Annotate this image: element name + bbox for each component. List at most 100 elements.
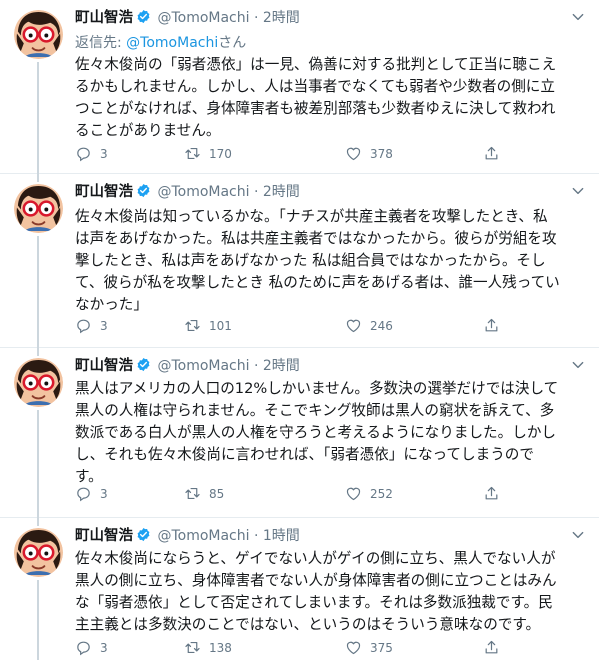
- retweet-count: 138: [209, 641, 232, 655]
- tweet-3[interactable]: 町山智浩 @TomoMachi · 2時間 黒人はアメリカの人口の12%しかいま…: [0, 348, 599, 518]
- reply-icon: [77, 641, 90, 656]
- separator-dot: ·: [253, 528, 259, 544]
- timestamp[interactable]: 2時間: [263, 10, 300, 26]
- share-icon: [485, 640, 498, 654]
- thread-line: [37, 410, 39, 518]
- retweet-icon: [185, 641, 200, 654]
- reply-count: 3: [100, 641, 108, 655]
- share-button[interactable]: [483, 638, 508, 658]
- like-count: 252: [370, 487, 393, 501]
- thread-line: [37, 174, 39, 182]
- avatar[interactable]: [14, 528, 63, 577]
- share-icon: [485, 486, 498, 500]
- like-count: 375: [370, 641, 393, 655]
- retweet-count: 170: [209, 147, 232, 161]
- thread-line: [37, 348, 39, 356]
- thread-line: [37, 580, 39, 660]
- tweet-text: 佐々木俊尚は知っているかな。「ナチスが共産主義者を攻撃したとき、私 は声をあげな…: [75, 208, 560, 313]
- avatar[interactable]: [14, 358, 63, 407]
- author-name[interactable]: 町山智浩: [75, 528, 133, 544]
- verified-icon: [137, 527, 150, 542]
- retweet-icon: [185, 487, 200, 500]
- like-count: 378: [370, 147, 393, 161]
- thread-line: [37, 62, 39, 174]
- chevron-down-icon[interactable]: [571, 184, 585, 198]
- verified-icon: [137, 183, 150, 198]
- author-name[interactable]: 町山智浩: [75, 184, 133, 200]
- reply-label: 返信先:: [75, 35, 127, 51]
- share-icon: [485, 318, 498, 332]
- avatar[interactable]: [14, 184, 63, 233]
- like-button[interactable]: 378: [345, 144, 393, 164]
- separator-dot: ·: [253, 358, 259, 374]
- reply-icon: [77, 147, 90, 162]
- tweet-text: 佐々木俊尚にならうと、ゲイでない人がゲイの側に立ち、黒人でない人が 黒人の側に立…: [75, 550, 557, 633]
- tweet-thread: 町山智浩 @TomoMachi · 2時間 返信先: @TomoMachiさん …: [0, 0, 599, 660]
- heart-icon: [346, 487, 361, 501]
- author-handle[interactable]: @TomoMachi: [157, 358, 249, 374]
- author-name[interactable]: 町山智浩: [75, 10, 133, 26]
- timestamp[interactable]: 1時間: [263, 528, 300, 544]
- heart-icon: [346, 147, 361, 161]
- separator-dot: ·: [253, 184, 259, 200]
- avatar-glasses-man-icon: [14, 528, 63, 577]
- retweet-button[interactable]: 170: [184, 144, 232, 164]
- chevron-down-icon[interactable]: [571, 358, 585, 372]
- tweet-header: 町山智浩 @TomoMachi · 2時間: [75, 182, 569, 202]
- timestamp[interactable]: 2時間: [263, 184, 300, 200]
- avatar[interactable]: [14, 10, 63, 59]
- tweet-4[interactable]: 町山智浩 @TomoMachi · 1時間 佐々木俊尚にならうと、ゲイでない人が…: [0, 518, 599, 660]
- retweet-count: 85: [209, 487, 225, 501]
- avatar-glasses-man-icon: [14, 10, 63, 59]
- tweet-header: 町山智浩 @TomoMachi · 1時間: [75, 526, 569, 546]
- reply-suffix: さん: [218, 35, 247, 51]
- retweet-count: 101: [209, 319, 232, 333]
- author-handle[interactable]: @TomoMachi: [157, 10, 249, 26]
- separator-dot: ·: [253, 10, 259, 26]
- reply-button[interactable]: 3: [75, 144, 108, 164]
- share-button[interactable]: [483, 316, 508, 336]
- verified-icon: [137, 9, 150, 24]
- tweet-header: 町山智浩 @TomoMachi · 2時間: [75, 8, 569, 28]
- retweet-button[interactable]: 85: [184, 484, 224, 504]
- reply-icon: [77, 487, 90, 502]
- thread-line: [37, 236, 39, 348]
- reply-button[interactable]: 3: [75, 484, 108, 504]
- chevron-down-icon[interactable]: [571, 10, 585, 24]
- like-button[interactable]: 252: [345, 484, 393, 504]
- retweet-icon: [185, 319, 200, 332]
- reply-button[interactable]: 3: [75, 316, 108, 336]
- like-count: 246: [370, 319, 393, 333]
- share-button[interactable]: [483, 144, 508, 164]
- heart-icon: [346, 319, 361, 333]
- retweet-icon: [185, 147, 200, 160]
- reply-count: 3: [100, 319, 108, 333]
- tweet-header: 町山智浩 @TomoMachi · 2時間: [75, 356, 569, 376]
- timestamp[interactable]: 2時間: [263, 358, 300, 374]
- thread-line: [37, 518, 39, 526]
- share-button[interactable]: [483, 484, 508, 504]
- chevron-down-icon[interactable]: [571, 528, 585, 542]
- author-handle[interactable]: @TomoMachi: [157, 184, 249, 200]
- tweet-text: 佐々木俊尚の「弱者憑依」は一見、偽善に対する批判として正当に聴こえ るかもしれま…: [75, 56, 557, 139]
- author-name[interactable]: 町山智浩: [75, 358, 133, 374]
- avatar-glasses-man-icon: [14, 184, 63, 233]
- share-icon: [485, 146, 498, 160]
- retweet-button[interactable]: 138: [184, 638, 232, 658]
- heart-icon: [346, 641, 361, 655]
- tweet-2[interactable]: 町山智浩 @TomoMachi · 2時間 佐々木俊尚は知っているかな。「ナチス…: [0, 174, 599, 348]
- reply-handle-link[interactable]: @TomoMachi: [126, 35, 218, 51]
- reply-count: 3: [100, 147, 108, 161]
- avatar-glasses-man-icon: [14, 358, 63, 407]
- reply-count: 3: [100, 487, 108, 501]
- tweet-1[interactable]: 町山智浩 @TomoMachi · 2時間 返信先: @TomoMachiさん …: [0, 0, 599, 174]
- like-button[interactable]: 246: [345, 316, 393, 336]
- reply-icon: [77, 319, 90, 334]
- reply-to-line: 返信先: @TomoMachiさん: [75, 32, 246, 52]
- retweet-button[interactable]: 101: [184, 316, 232, 336]
- like-button[interactable]: 375: [345, 638, 393, 658]
- reply-button[interactable]: 3: [75, 638, 108, 658]
- tweet-text: 黒人はアメリカの人口の12%しかいません。多数決の選挙だけでは決して 黒人の人権…: [75, 380, 559, 485]
- verified-icon: [137, 357, 150, 372]
- author-handle[interactable]: @TomoMachi: [157, 528, 249, 544]
